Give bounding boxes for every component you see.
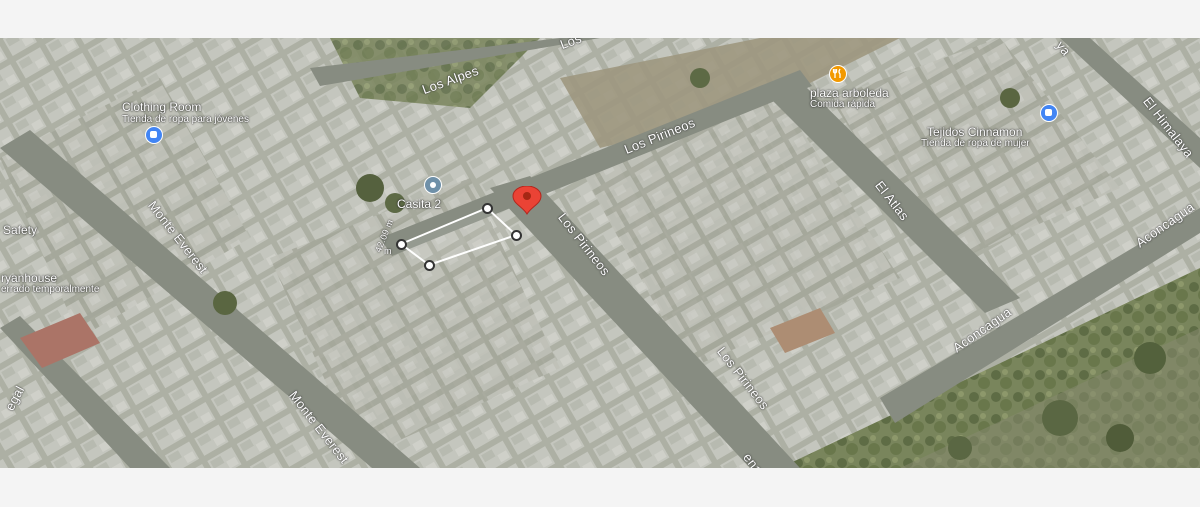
measure-vertex-handle[interactable] (424, 260, 435, 271)
poi-category-tejidos-cinnamon: Tienda de ropa de mujer (921, 138, 1030, 149)
poi-status-ryanhouse: errado temporalmente (1, 284, 100, 295)
red-location-pin-icon[interactable] (510, 186, 544, 216)
map-pin-icon[interactable] (424, 176, 442, 194)
shopping-bag-icon[interactable] (145, 126, 163, 144)
poi-name-casita-2[interactable]: Casita 2 (397, 198, 441, 211)
fork-knife-icon[interactable] (829, 65, 847, 83)
satellite-map[interactable]: 42.09 m m Los Alpes Los Pirineos Los Pir… (0, 38, 1200, 468)
poi-category-clothing-room: Tienda de ropa para jóvenes (122, 114, 249, 125)
measure-secondary-label: m (384, 246, 392, 256)
page-frame: 42.09 m m Los Alpes Los Pirineos Los Pir… (0, 0, 1200, 507)
measure-vertex-handle[interactable] (482, 203, 493, 214)
measure-vertex-handle[interactable] (511, 230, 522, 241)
shopping-bag-icon[interactable] (1040, 104, 1058, 122)
poi-category-plaza-arboleda: Comida rápida (810, 99, 876, 110)
poi-name-safety[interactable]: Safety (3, 224, 37, 237)
measure-vertex-handle[interactable] (396, 239, 407, 250)
poi-name-clothing-room[interactable]: Clothing Room (122, 101, 201, 114)
